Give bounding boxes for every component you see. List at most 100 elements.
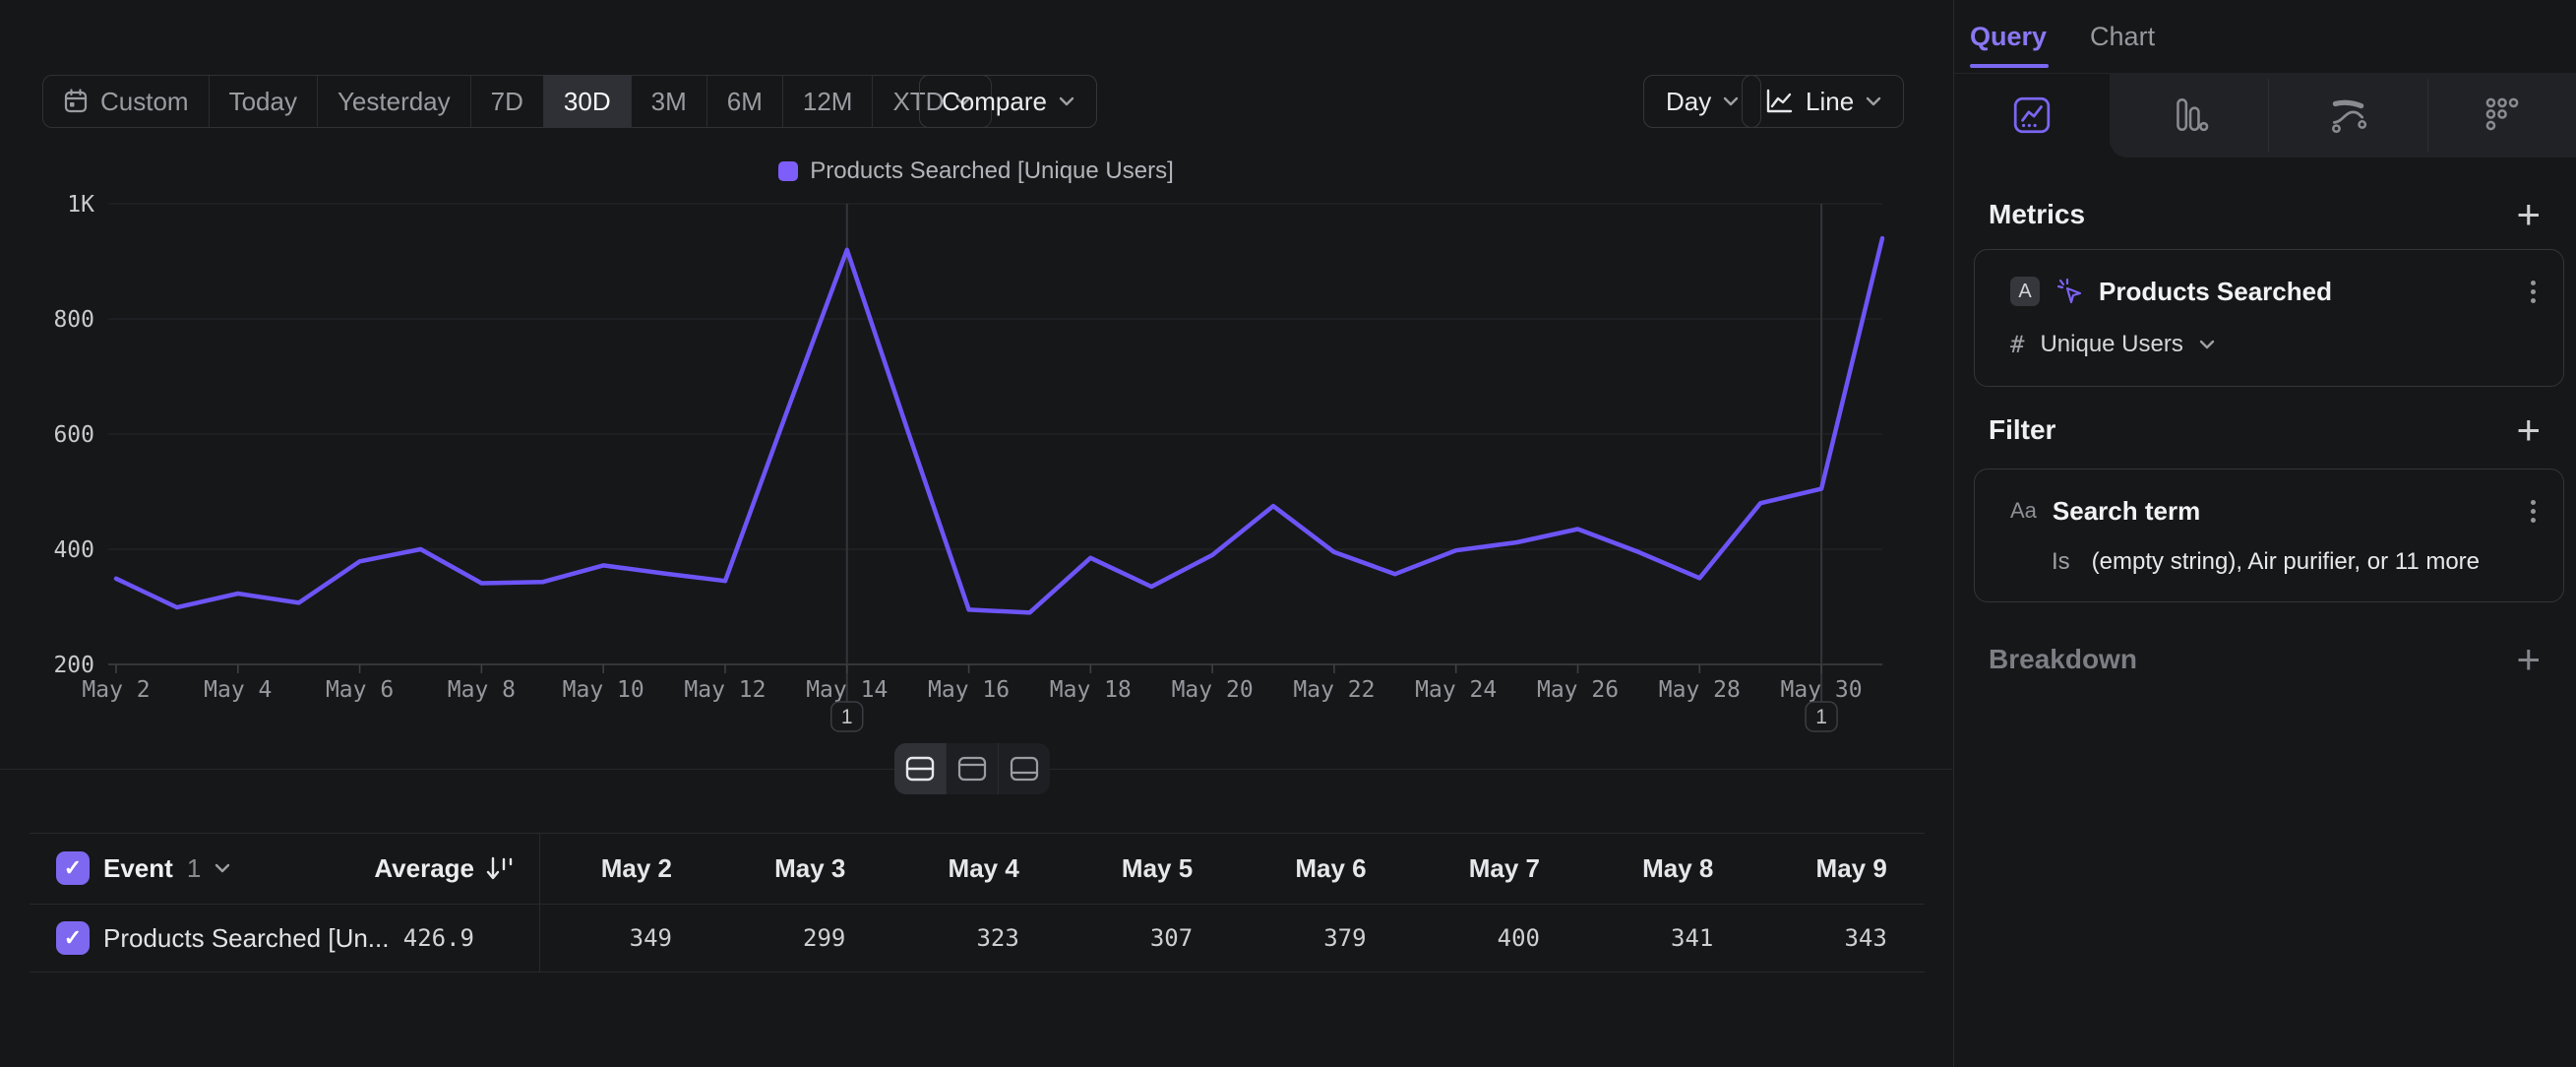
text-property-icon: Aa <box>2010 498 2037 524</box>
series-line <box>116 238 1882 612</box>
filter-clause-row[interactable]: Is (empty string), Air purifier, or 11 m… <box>2052 542 2540 582</box>
y-axis-label: 200 <box>53 653 94 678</box>
range-option-12m[interactable]: 12M <box>783 76 874 127</box>
filter-property-name: Search term <box>2053 496 2511 527</box>
average-column-header[interactable]: Average <box>246 833 474 904</box>
date-column-header[interactable]: May 6 <box>1219 833 1367 904</box>
add-filter-button[interactable]: + <box>2516 409 2541 451</box>
compare-label: Compare <box>942 87 1047 117</box>
add-breakdown-button[interactable]: + <box>2516 639 2541 680</box>
y-axis-label: 600 <box>53 422 94 448</box>
funnel-bars-icon <box>2169 94 2210 136</box>
chevron-down-icon <box>1866 96 1881 106</box>
x-axis-label: May 6 <box>326 677 394 703</box>
x-axis-label: May 22 <box>1293 677 1375 703</box>
date-column-header[interactable]: May 9 <box>1740 833 1887 904</box>
insights-line-icon <box>2011 94 2053 136</box>
event-column-label: Event <box>103 853 173 884</box>
date-column-header[interactable]: May 8 <box>1565 833 1713 904</box>
x-axis-label: May 30 <box>1781 677 1863 703</box>
sort-icon[interactable] <box>486 854 516 882</box>
date-column-header[interactable]: May 7 <box>1392 833 1540 904</box>
x-axis-label: May 4 <box>204 677 272 703</box>
type-tab-insights[interactable] <box>1954 73 2110 157</box>
granularity-label: Day <box>1666 87 1711 117</box>
annotation-badge-label: 1 <box>841 706 853 728</box>
chevron-down-icon <box>1059 96 1074 106</box>
date-column-header[interactable]: May 2 <box>524 833 672 904</box>
calendar-icon <box>63 89 89 114</box>
x-axis-label: May 18 <box>1050 677 1132 703</box>
add-metric-button[interactable]: + <box>2516 194 2541 235</box>
metric-card[interactable]: A Products Searched # Unique Users <box>1974 249 2564 387</box>
range-option-today[interactable]: Today <box>210 76 318 127</box>
date-value-cell: 379 <box>1219 904 1367 973</box>
metrics-section-header: Metrics + <box>1989 193 2541 236</box>
type-tab-flows[interactable] <box>2268 73 2427 157</box>
x-axis-label: May 14 <box>806 677 888 703</box>
date-value-cell: 343 <box>1740 904 1887 973</box>
date-column-header[interactable]: May 5 <box>1045 833 1193 904</box>
filter-card[interactable]: Aa Search term Is (empty string), Air pu… <box>1974 469 2564 602</box>
range-option-3m[interactable]: 3M <box>632 76 707 127</box>
aggregation-row[interactable]: # Unique Users <box>2010 325 2540 364</box>
view-toggle-table[interactable] <box>999 743 1050 794</box>
date-value-cell: 307 <box>1045 904 1193 973</box>
x-axis-label: May 28 <box>1659 677 1741 703</box>
range-option-yesterday[interactable]: Yesterday <box>318 76 471 127</box>
chevron-down-icon <box>1723 96 1739 106</box>
range-option-7d[interactable]: 7D <box>471 76 544 127</box>
insights-report-app: CustomTodayYesterday7D30D3M6M12MXTD Comp… <box>0 0 2576 1067</box>
metric-kebab-icon[interactable] <box>2527 277 2540 307</box>
date-column-header[interactable]: May 4 <box>872 833 1019 904</box>
range-option-30d[interactable]: 30D <box>544 76 632 127</box>
range-option-custom[interactable]: Custom <box>43 76 210 127</box>
select-all-checkbox[interactable]: ✓ <box>56 851 90 885</box>
x-axis-label: May 24 <box>1415 677 1497 703</box>
chevron-down-icon <box>2199 340 2215 349</box>
type-tab-funnels[interactable] <box>2110 73 2268 157</box>
date-value-cell: 299 <box>698 904 845 973</box>
date-value-cell: 400 <box>1392 904 1540 973</box>
event-count: 1 <box>187 853 201 884</box>
date-range-toolbar: CustomTodayYesterday7D30D3M6M12MXTD <box>42 75 992 128</box>
date-column-header[interactable]: May 3 <box>698 833 845 904</box>
x-axis-label: May 20 <box>1172 677 1254 703</box>
query-panel: Query Chart <box>1953 0 2576 1067</box>
view-toggle-chart[interactable] <box>947 743 999 794</box>
metric-letter-badge: A <box>2010 277 2040 306</box>
tab-chart[interactable]: Chart <box>2090 0 2155 73</box>
row-checkbox[interactable]: ✓ <box>56 921 90 955</box>
x-axis-label: May 12 <box>684 677 766 703</box>
date-value-cell: 323 <box>872 904 1019 973</box>
view-toggle-split[interactable] <box>894 743 947 794</box>
retention-dots-icon <box>2482 94 2523 136</box>
compare-button[interactable]: Compare <box>919 75 1097 128</box>
date-value-cell: 349 <box>524 904 672 973</box>
type-tab-retention[interactable] <box>2427 73 2576 157</box>
filter-title: Filter <box>1989 414 2055 446</box>
panel-tabs: Query Chart <box>1954 0 2576 73</box>
aggregation-selector: Unique Users <box>2040 331 2182 358</box>
view-toggle <box>894 743 1050 794</box>
y-axis-label: 800 <box>53 307 94 333</box>
average-value: 426.9 <box>246 904 474 973</box>
y-axis-label: 400 <box>53 537 94 563</box>
flows-icon <box>2327 94 2368 136</box>
y-axis-label: 1K <box>67 192 94 218</box>
chevron-down-icon[interactable] <box>215 863 230 873</box>
date-value-cell: 341 <box>1565 904 1713 973</box>
chart-type-label: Line <box>1806 87 1854 117</box>
split-view-icon <box>904 756 936 782</box>
filter-kebab-icon[interactable] <box>2527 496 2540 527</box>
report-type-tabs <box>1954 73 2576 157</box>
range-option-6m[interactable]: 6M <box>707 76 783 127</box>
breakdown-section-header: Breakdown + <box>1989 638 2541 681</box>
chart-type-button[interactable]: Line <box>1742 75 1904 128</box>
x-axis-label: May 2 <box>82 677 150 703</box>
hash-icon: # <box>2010 331 2024 358</box>
tab-query[interactable]: Query <box>1970 0 2047 73</box>
x-axis-label: May 10 <box>563 677 644 703</box>
filter-operator: Is <box>2052 548 2070 576</box>
annotation-badge-label: 1 <box>1815 706 1827 728</box>
